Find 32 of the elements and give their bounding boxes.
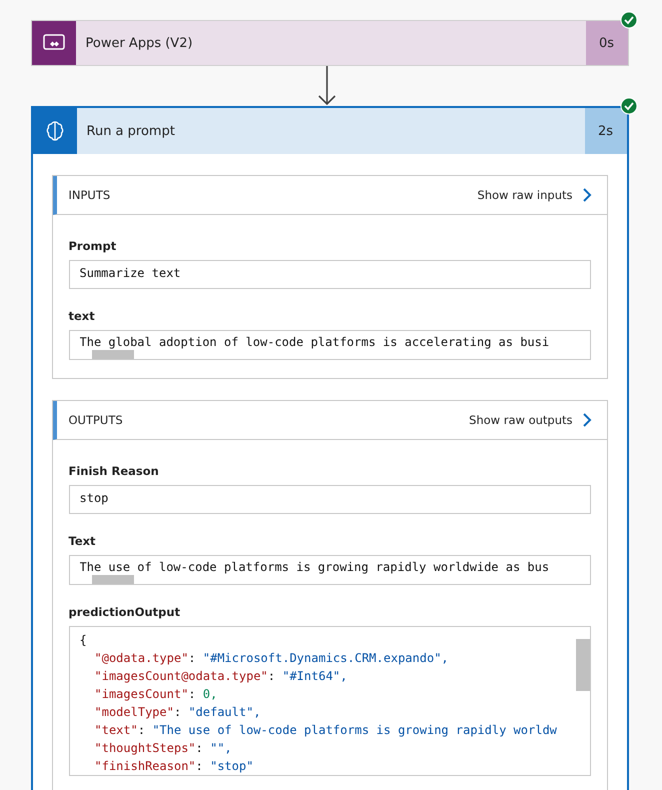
value-field[interactable]: The use of low-code platforms is growing rapidly worldwide as bus bbox=[68, 555, 590, 585]
code-line: "imagesCount@odata.type": "#Int64", bbox=[94, 668, 348, 685]
field-value: The use of low-code platforms is growing rapidly worldwide as bus bbox=[80, 560, 550, 574]
code-viewer[interactable] bbox=[68, 626, 590, 776]
value-field[interactable]: stop bbox=[68, 485, 590, 514]
section-title: OUTPUTS bbox=[68, 413, 123, 427]
show-raw-link[interactable]: Show raw outputs bbox=[469, 412, 592, 428]
field-label: text bbox=[68, 309, 96, 323]
action-card[interactable] bbox=[30, 106, 628, 790]
field-value: The global adoption of low-code platforms is accelerating as busi bbox=[80, 335, 550, 349]
field-label: predictionOutput bbox=[68, 605, 182, 619]
chevron-right-icon bbox=[580, 187, 592, 203]
chevron-right-icon bbox=[580, 412, 592, 428]
code-line: "modelType": "default", bbox=[94, 704, 262, 721]
duration-label: 0s bbox=[586, 21, 628, 65]
section-title: INPUTS bbox=[68, 188, 110, 202]
field-label: Finish Reason bbox=[68, 464, 160, 478]
field-label: Prompt bbox=[68, 239, 118, 253]
code-line: "@odata.type": "#Microsoft.Dynamics.CRM.expando", bbox=[94, 650, 450, 667]
code-line: "imagesCount": 0, bbox=[94, 686, 218, 703]
show-raw-link[interactable]: Show raw inputs bbox=[477, 187, 592, 203]
action-title: Power Apps (V2) bbox=[84, 34, 194, 52]
code-line: "finishReason": "stop" bbox=[94, 758, 254, 775]
action-card[interactable]: Power Apps (V2) 0s bbox=[30, 20, 628, 66]
value-field[interactable]: The global adoption of low-code platforms is accelerating as busi bbox=[68, 330, 590, 360]
code-line: "thoughtSteps": "", bbox=[94, 740, 233, 757]
value-field[interactable]: Summarize text bbox=[68, 260, 590, 289]
code-line: "text": "The use of low-code platforms is growing rapidly worldw bbox=[94, 722, 558, 739]
code-line: { bbox=[80, 632, 88, 649]
field-label: Text bbox=[68, 534, 97, 548]
action-title: Run a prompt bbox=[86, 122, 176, 140]
duration-label: 2s bbox=[584, 108, 626, 154]
